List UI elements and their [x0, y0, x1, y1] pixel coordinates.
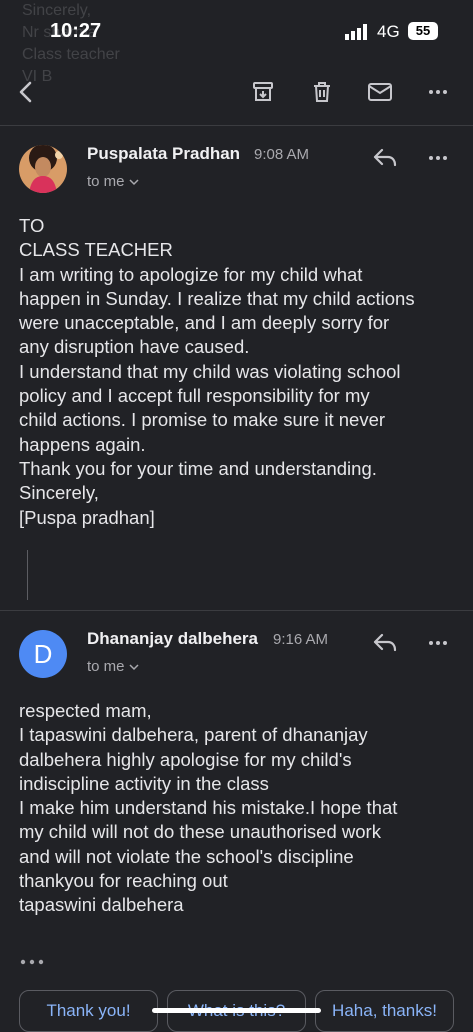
mail-icon[interactable] [366, 78, 394, 106]
status-bar: Sincerely, Nr sharma Class teacher VI B … [0, 0, 473, 85]
sender-name: Puspalata Pradhan [87, 144, 241, 163]
chevron-down-icon [129, 664, 139, 671]
recipient-line[interactable]: to me [87, 173, 139, 190]
chevron-down-icon [129, 179, 139, 186]
recipient-line[interactable]: to me [87, 658, 139, 675]
home-indicator[interactable] [152, 1008, 321, 1013]
toolbar-divider [0, 125, 473, 126]
smart-reply-haha-thanks[interactable]: Haha, thanks! [315, 990, 454, 1032]
sent-time: 9:16 AM [273, 631, 329, 648]
signal-icon [345, 24, 367, 40]
message-more-icon[interactable] [424, 144, 452, 172]
status-time: 10:27 [50, 20, 102, 42]
smart-reply-thank-you[interactable]: Thank you! [19, 990, 158, 1032]
sender-avatar: D [19, 630, 67, 678]
message-body: TO CLASS TEACHER I am writing to apologi… [19, 215, 415, 528]
battery-indicator: 55 [408, 22, 438, 40]
message-divider [0, 610, 473, 611]
trash-icon[interactable] [308, 78, 336, 106]
back-icon[interactable] [12, 78, 40, 106]
message-header[interactable]: D Dhananjay dalbehera 9:16 AM to me [0, 627, 473, 687]
sender-avatar [19, 145, 67, 193]
sender-name: Dhananjay dalbehera [87, 629, 259, 648]
archive-icon[interactable] [249, 78, 277, 106]
reply-icon[interactable] [371, 629, 399, 657]
show-trimmed-icon[interactable] [16, 950, 48, 974]
network-label: 4G [377, 22, 400, 41]
reply-icon[interactable] [371, 144, 399, 172]
message-more-icon[interactable] [424, 629, 452, 657]
quoted-text-marker[interactable] [27, 550, 28, 600]
message-body: respected mam, I tapaswini dalbehera, pa… [19, 700, 398, 916]
message-header[interactable]: Puspalata Pradhan 9:08 AM to me [0, 142, 473, 202]
more-icon[interactable] [424, 78, 452, 106]
toolbar [0, 70, 473, 114]
sent-time: 9:08 AM [254, 146, 310, 163]
